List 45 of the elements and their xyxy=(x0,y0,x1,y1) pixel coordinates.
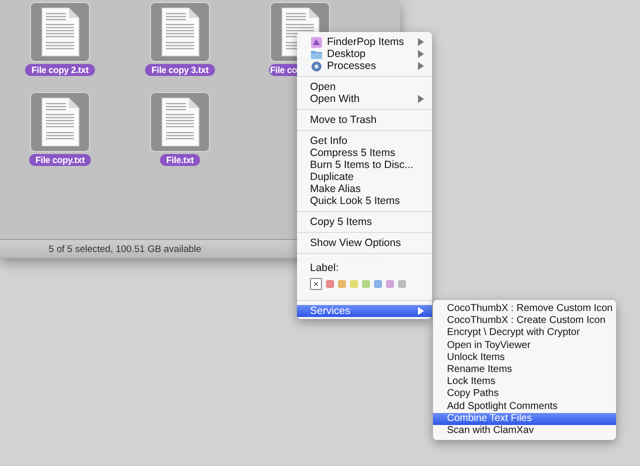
menu-item[interactable]: CocoThumbX : Create Custom Icon xyxy=(433,315,616,328)
label-heading: Label: xyxy=(309,262,339,274)
label-swatch[interactable] xyxy=(398,280,406,288)
menu-item[interactable]: Quick Look 5 Items xyxy=(297,195,432,207)
menu-item[interactable]: Get Info xyxy=(297,135,432,147)
menu-item[interactable]: Combine Text Files xyxy=(433,412,616,425)
menu-item[interactable]: Open With xyxy=(297,93,432,105)
menu-item[interactable]: Encrypt \ Decrypt with Cryptor xyxy=(433,327,616,340)
menu-item[interactable]: CocoThumbX : Remove Custom Icon xyxy=(433,303,616,316)
text-file-icon[interactable] xyxy=(150,2,210,62)
file-name[interactable]: File copy.txt xyxy=(29,154,91,166)
menu-item[interactable]: Make Alias xyxy=(297,183,432,195)
menu-item[interactable]: Move to Trash xyxy=(297,114,432,126)
label-swatch[interactable] xyxy=(350,280,358,288)
menu-item[interactable]: Compress 5 Items xyxy=(297,147,432,159)
no-label-swatch[interactable]: × xyxy=(310,278,322,290)
label-swatch[interactable] xyxy=(374,280,382,288)
menu-item[interactable]: Burn 5 Items to Disc... xyxy=(297,159,432,171)
file-name[interactable]: File copy 3.txt xyxy=(145,64,215,76)
menu-item[interactable]: Scan with ClamXav xyxy=(433,424,616,438)
file-name[interactable]: File copy 2.txt xyxy=(25,64,95,76)
label-swatch[interactable] xyxy=(386,280,394,288)
menu-item[interactable]: Rename Items xyxy=(433,364,616,376)
menu-item[interactable]: Copy 5 Items xyxy=(297,216,432,228)
text-file-icon[interactable] xyxy=(30,92,90,152)
menu-item[interactable]: Add Spotlight Comments xyxy=(433,400,616,413)
menu-item[interactable]: Copy Paths xyxy=(433,388,616,400)
menu-item[interactable]: Show View Options xyxy=(297,237,432,249)
label-swatch[interactable] xyxy=(326,280,334,288)
menu-item[interactable]: Open in ToyViewer xyxy=(433,340,616,352)
text-file-icon[interactable] xyxy=(30,2,90,62)
menu-item[interactable]: Lock Items xyxy=(433,376,616,388)
text-file-icon[interactable] xyxy=(150,92,210,152)
menu-item[interactable]: Duplicate xyxy=(297,171,432,183)
menu-item[interactable]: Open xyxy=(297,81,432,93)
menu-item[interactable]: FinderPop Items xyxy=(297,36,432,48)
gear-icon xyxy=(310,60,323,72)
app-icon xyxy=(310,36,323,48)
menu-item[interactable]: Processes xyxy=(297,60,432,72)
label-swatch[interactable] xyxy=(362,280,370,288)
menu-item[interactable]: Services xyxy=(297,305,432,317)
label-swatch[interactable] xyxy=(338,280,346,288)
status-text: 5 of 5 selected, 100.51 GB available xyxy=(48,244,202,254)
menu-item[interactable]: Unlock Items xyxy=(433,352,616,364)
file-name[interactable]: File.txt xyxy=(160,154,200,166)
